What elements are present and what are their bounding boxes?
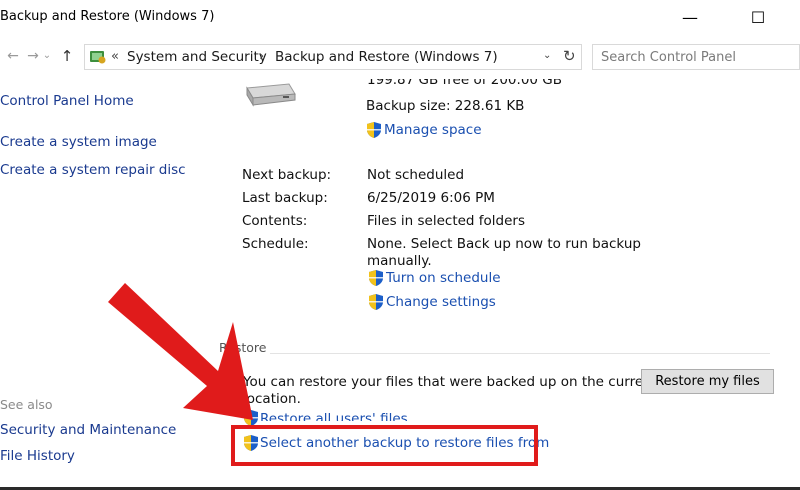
annotation-arrow-icon: [108, 283, 253, 420]
